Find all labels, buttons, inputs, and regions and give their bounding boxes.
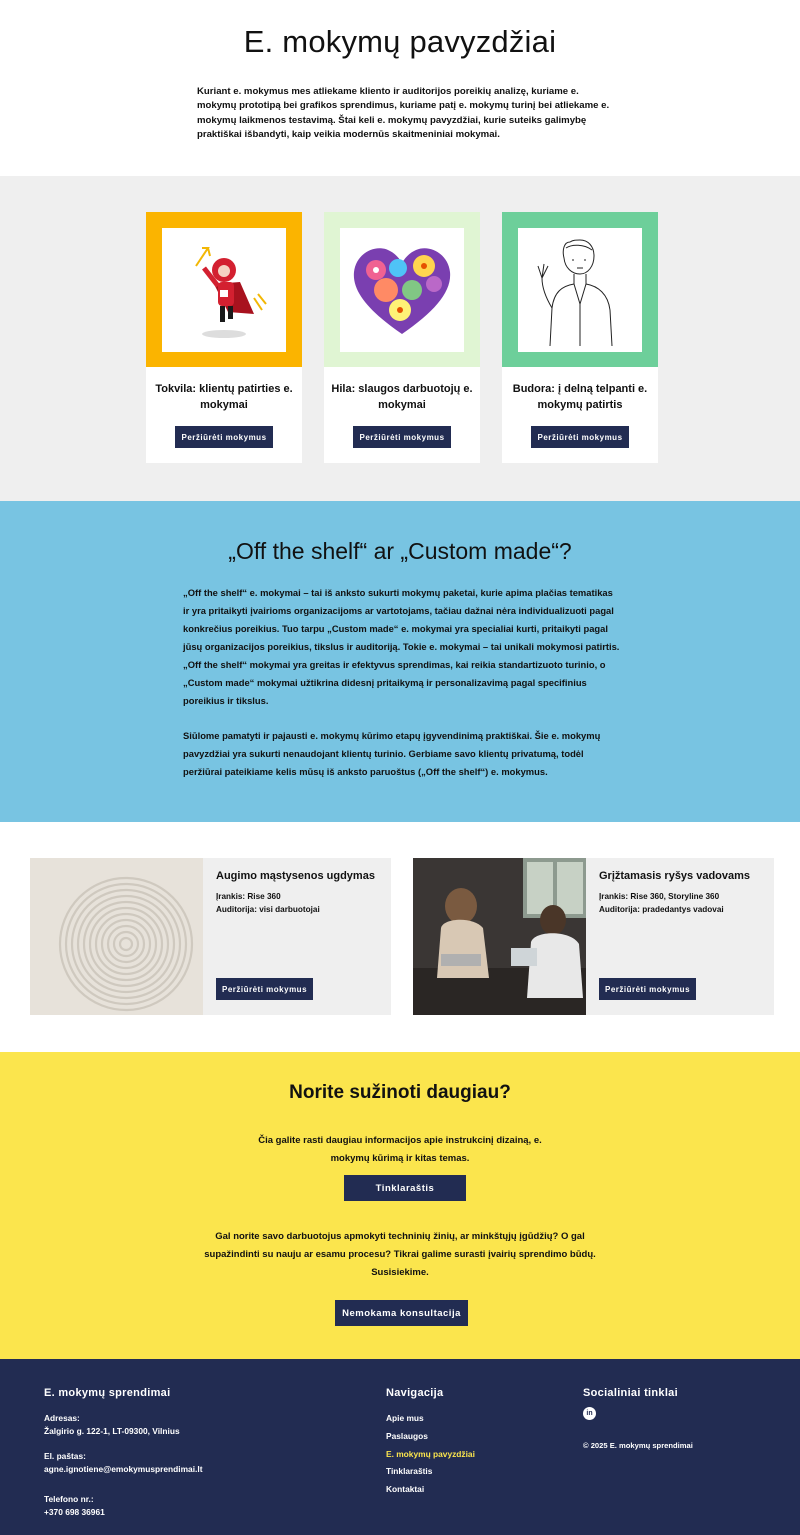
card-image-frame — [502, 212, 658, 367]
courses-section: Augimo mąstysenos ugdymas Įrankis: Rise … — [0, 822, 800, 1052]
view-course-button[interactable]: Peržiūrėti mokymus — [216, 978, 313, 1000]
sand-circles-image — [30, 858, 203, 1015]
learn-more-section: Norite sužinoti daugiau? Čia galite rast… — [0, 1052, 800, 1359]
card-image-frame — [146, 212, 302, 367]
footer-address: Adresas: Žalgirio g. 122-1, LT-09300, Vi… — [44, 1412, 180, 1437]
consultation-text: Gal norite savo darbuotojus apmokyti tec… — [204, 1231, 596, 1278]
course-card-mindset: Augimo mąstysenos ugdymas Įrankis: Rise … — [30, 858, 391, 1015]
consultation-button[interactable]: Nemokama konsultacija — [335, 1300, 468, 1326]
card-title: Hila: slaugos darbuotojų e. mokymai — [331, 383, 473, 411]
offshelf-title: „Off the shelf“ ar „Custom made“? — [228, 538, 572, 564]
nav-link-examples[interactable]: E. mokymų pavyzdžiai — [386, 1449, 475, 1467]
learn-more-title: Norite sužinoti daugiau? — [289, 1082, 511, 1103]
linkedin-icon[interactable]: in — [583, 1407, 596, 1420]
view-course-button[interactable]: Peržiūrėti mokymus — [175, 426, 273, 448]
phone-label: Telefono nr.: — [44, 1494, 94, 1504]
footer-email: El. paštas: agne.ignotiene@emokymusprend… — [44, 1450, 202, 1475]
offshelf-paragraph-1: „Off the shelf“ e. mokymai – tai iš anks… — [183, 587, 620, 706]
course-audience: Auditorija: visi darbuotojai — [216, 905, 320, 914]
course-title: Augimo mąstysenos ugdymas — [216, 870, 375, 882]
blog-text: Čia galite rasti daugiau informacijos ap… — [258, 1135, 542, 1164]
view-course-button[interactable]: Peržiūrėti mokymus — [531, 426, 629, 448]
flower-heart-illustration — [340, 228, 464, 352]
course-meta: Įrankis: Rise 360 Auditorija: visi darbu… — [216, 890, 320, 916]
card-title: Budora: į delną telpanti e. mokymų patir… — [512, 383, 648, 411]
meeting-photo — [413, 858, 586, 1015]
nav-link-contacts[interactable]: Kontaktai — [386, 1484, 475, 1502]
phone-link[interactable]: +370 698 36961 — [44, 1506, 105, 1519]
view-course-button[interactable]: Peržiūrėti mokymus — [353, 426, 451, 448]
footer-brand: E. mokymų sprendimai — [44, 1387, 171, 1399]
page-title: E. mokymų pavyzdžiai — [243, 24, 557, 59]
example-card-budora: Budora: į delną telpanti e. mokymų patir… — [502, 212, 658, 463]
course-meta: Įrankis: Rise 360, Storyline 360 Auditor… — [599, 890, 724, 916]
footer-nav: Apie mus Paslaugos E. mokymų pavyzdžiai … — [386, 1413, 475, 1502]
superhero-illustration — [162, 228, 286, 352]
offshelf-paragraph-2: Siūlome pamatyti ir pajausti e. mokymų k… — [183, 730, 601, 777]
footer: E. mokymų sprendimai Adresas: Žalgirio g… — [0, 1359, 800, 1535]
hero-intro: Kuriant e. mokymus mes atliekame kliento… — [197, 86, 610, 140]
nav-link-about[interactable]: Apie mus — [386, 1413, 475, 1431]
blog-button[interactable]: Tinklaraštis — [344, 1175, 466, 1201]
hero-section: E. mokymų pavyzdžiai Kuriant e. mokymus … — [0, 0, 800, 176]
offshelf-section: „Off the shelf“ ar „Custom made“? „Off t… — [0, 501, 800, 822]
examples-section: Tokvila: klientų patirties e. mokymai Pe… — [0, 176, 800, 501]
view-course-button[interactable]: Peržiūrėti mokymus — [599, 978, 696, 1000]
card-image-frame — [324, 212, 480, 367]
example-card-hila: Hila: slaugos darbuotojų e. mokymai Perž… — [324, 212, 480, 463]
course-title: Grįžtamasis ryšys vadovams — [599, 870, 751, 882]
course-audience: Auditorija: pradedantys vadovai — [599, 905, 724, 914]
nav-link-services[interactable]: Paslaugos — [386, 1431, 475, 1449]
address-label: Adresas: — [44, 1413, 80, 1423]
social-title: Socialiniai tinklai — [583, 1387, 678, 1399]
nav-link-blog[interactable]: Tinklaraštis — [386, 1466, 475, 1484]
email-label: El. paštas: — [44, 1451, 86, 1461]
footer-phone: Telefono nr.: +370 698 36961 — [44, 1493, 105, 1518]
course-tool: Įrankis: Rise 360 — [216, 892, 281, 901]
course-card-feedback: Grįžtamasis ryšys vadovams Įrankis: Rise… — [413, 858, 774, 1015]
email-link[interactable]: agne.ignotiene@emokymusprendimai.lt — [44, 1463, 202, 1476]
course-tool: Įrankis: Rise 360, Storyline 360 — [599, 892, 720, 901]
copyright: © 2025 E. mokymų sprendimai — [583, 1441, 693, 1450]
nav-title: Navigacija — [386, 1387, 444, 1399]
address-value: Žalgirio g. 122-1, LT-09300, Vilnius — [44, 1425, 180, 1436]
example-card-tokvila: Tokvila: klientų patirties e. mokymai Pe… — [146, 212, 302, 463]
person-waving-illustration — [518, 228, 642, 352]
card-title: Tokvila: klientų patirties e. mokymai — [155, 383, 293, 411]
